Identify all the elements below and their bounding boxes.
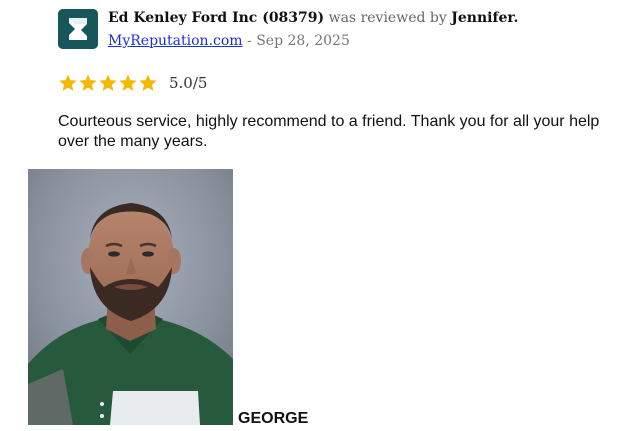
business-name: Ed Kenley Ford Inc (08379) xyxy=(108,10,325,26)
reviewer-name: Jennifer. xyxy=(451,10,519,26)
rating-score: 5.0/5 xyxy=(169,74,208,92)
star-icon xyxy=(139,74,157,91)
review-meta: MyReputation.com - Sep 28, 2025 xyxy=(108,32,350,50)
star-icon xyxy=(99,74,117,91)
reviewed-by-text: was reviewed by xyxy=(324,10,452,26)
review-date: Sep 28, 2025 xyxy=(256,33,350,49)
source-link[interactable]: MyReputation.com xyxy=(108,33,243,49)
myreputation-logo-icon xyxy=(58,9,98,49)
star-icon xyxy=(79,74,97,91)
star-icon xyxy=(59,74,77,91)
star-icon xyxy=(119,74,137,91)
star-rating xyxy=(58,73,158,93)
rating: 5.0/5 xyxy=(58,72,207,94)
review-headline: Ed Kenley Ford Inc (08379) was reviewed … xyxy=(108,9,518,27)
photo-caption: GEORGE xyxy=(238,410,309,427)
employee-portrait-photo xyxy=(28,169,233,425)
review-body: Courteous service, highly recommend to a… xyxy=(58,113,600,150)
date-separator: - xyxy=(242,33,257,49)
